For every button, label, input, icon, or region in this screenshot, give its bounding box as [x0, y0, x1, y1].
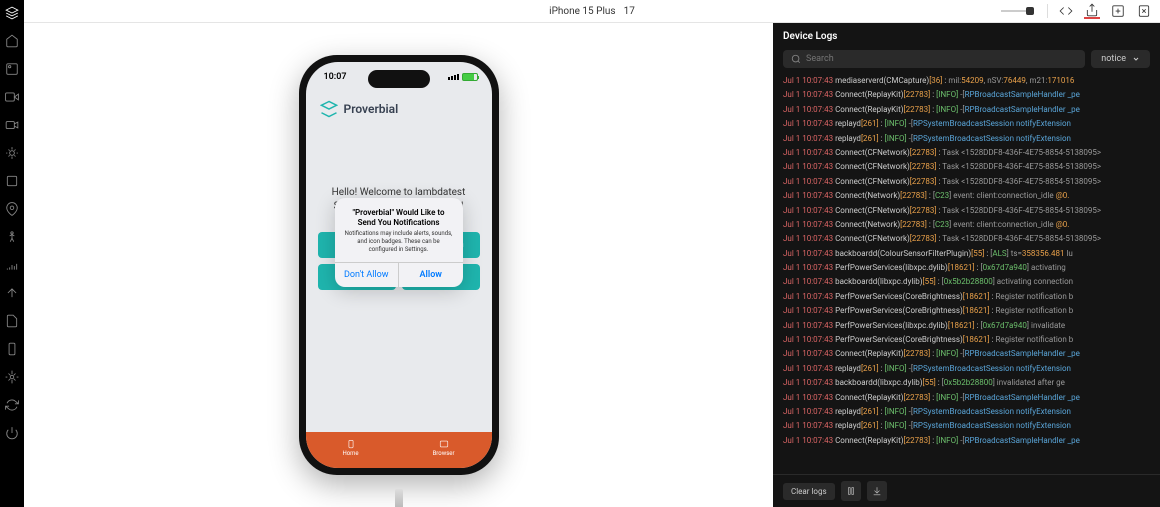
logs-title: Device Logs [773, 23, 1160, 50]
log-line: Jul 1 10:07:43 Connect(ReplayKit)[22783]… [783, 434, 1150, 448]
status-time: 10:07 [324, 72, 347, 82]
logs-body[interactable]: Jul 1 10:07:43 mediaserverd(CMCapture)[3… [773, 74, 1160, 474]
log-line: Jul 1 10:07:43 Connect(CFNetwork)[22783]… [783, 204, 1150, 218]
layers-icon[interactable] [5, 174, 19, 188]
location-icon[interactable] [5, 202, 19, 216]
device-icon[interactable] [5, 342, 19, 356]
pause-logs-button[interactable] [841, 481, 861, 501]
notification-alert: "Proverbial" Would Like to Send You Noti… [335, 198, 463, 287]
log-line: Jul 1 10:07:43 PerfPowerServices(libxpc.… [783, 261, 1150, 275]
log-line: Jul 1 10:07:43 replayd[261] : [INFO] -[R… [783, 117, 1150, 131]
bottom-nav: Home Browser [306, 432, 492, 468]
logs-search[interactable] [783, 50, 1085, 68]
share-icon[interactable] [1084, 3, 1100, 19]
log-line: Jul 1 10:07:43 Connect(ReplayKit)[22783]… [783, 391, 1150, 405]
log-line: Jul 1 10:07:43 replayd[261] : [INFO] -[R… [783, 405, 1150, 419]
zoom-slider[interactable] [1001, 10, 1031, 12]
chevron-down-icon [1132, 55, 1140, 63]
level-filter[interactable]: notice [1091, 50, 1150, 68]
log-line: Jul 1 10:07:43 Connect(Network)[22783] :… [783, 218, 1150, 232]
search-input[interactable] [806, 54, 1077, 64]
signal-icon [448, 74, 459, 80]
topbar: iPhone 15 Plus 17 [24, 0, 1160, 23]
app-logo-icon [320, 100, 338, 118]
log-line: Jul 1 10:07:43 Connect(CFNetwork)[22783]… [783, 160, 1150, 174]
top-tools [1001, 3, 1152, 19]
export-icon[interactable] [1110, 3, 1126, 19]
accessibility-icon[interactable] [5, 230, 19, 244]
download-logs-button[interactable] [867, 481, 887, 501]
gallery-icon[interactable] [5, 62, 19, 76]
battery-icon [462, 73, 478, 81]
upload-icon[interactable] [5, 286, 19, 300]
device-area: 10:07 Proverbial Hello! Welcome to lambd… [24, 23, 773, 507]
left-nav [0, 0, 24, 507]
log-line: Jul 1 10:07:43 PerfPowerServices(CoreBri… [783, 304, 1150, 318]
alert-allow-button[interactable]: Allow [399, 263, 463, 287]
alert-message: Notifications may include alerts, sounds… [343, 230, 455, 253]
clear-logs-button[interactable]: Clear logs [783, 483, 835, 500]
app-header: Proverbial [306, 92, 492, 126]
log-line: Jul 1 10:07:43 mediaserverd(CMCapture)[3… [783, 74, 1150, 88]
power-icon[interactable] [5, 426, 19, 440]
nav-browser[interactable]: Browser [433, 439, 455, 457]
search-icon [791, 54, 801, 64]
alert-deny-button[interactable]: Don't Allow [335, 263, 400, 287]
log-line: Jul 1 10:07:43 backboardd(libxpc.dylib)[… [783, 376, 1150, 390]
log-line: Jul 1 10:07:43 replayd[261] : [INFO] -[R… [783, 419, 1150, 433]
log-line: Jul 1 10:07:43 backboardd(ColourSensorFi… [783, 247, 1150, 261]
app-name: Proverbial [344, 102, 399, 116]
bug-icon[interactable] [5, 146, 19, 160]
log-line: Jul 1 10:07:43 Connect(ReplayKit)[22783]… [783, 347, 1150, 361]
logo-icon[interactable] [5, 6, 19, 20]
log-line: Jul 1 10:07:43 PerfPowerServices(CoreBri… [783, 333, 1150, 347]
log-line: Jul 1 10:07:43 Connect(ReplayKit)[22783]… [783, 103, 1150, 117]
log-line: Jul 1 10:07:43 backboardd(libxpc.dylib)[… [783, 275, 1150, 289]
logs-panel: Device Logs notice Jul 1 10:07:43 medias… [773, 23, 1160, 507]
code-icon[interactable] [1058, 3, 1074, 19]
end-icon[interactable] [1136, 3, 1152, 19]
device-name: iPhone 15 Plus [549, 6, 615, 17]
os-version: 17 [624, 6, 635, 17]
log-line: Jul 1 10:07:43 Connect(Network)[22783] :… [783, 189, 1150, 203]
refresh-icon[interactable] [5, 398, 19, 412]
phone-screen[interactable]: 10:07 Proverbial Hello! Welcome to lambd… [306, 62, 492, 468]
home-icon[interactable] [5, 34, 19, 48]
video-icon[interactable] [5, 118, 19, 132]
file-icon[interactable] [5, 314, 19, 328]
usb-cable [395, 489, 403, 507]
log-line: Jul 1 10:07:43 replayd[261] : [INFO] -[R… [783, 132, 1150, 146]
log-line: Jul 1 10:07:43 Connect(CFNetwork)[22783]… [783, 146, 1150, 160]
phone-frame: 10:07 Proverbial Hello! Welcome to lambd… [299, 55, 499, 475]
log-line: Jul 1 10:07:43 replayd[261] : [INFO] -[R… [783, 362, 1150, 376]
log-line: Jul 1 10:07:43 PerfPowerServices(libxpc.… [783, 319, 1150, 333]
log-line: Jul 1 10:07:43 Connect(ReplayKit)[22783]… [783, 88, 1150, 102]
alert-title: "Proverbial" Would Like to Send You Noti… [343, 208, 455, 227]
log-line: Jul 1 10:07:43 Connect(CFNetwork)[22783]… [783, 232, 1150, 246]
nav-home[interactable]: Home [342, 439, 358, 457]
camera-icon[interactable] [5, 90, 19, 104]
device-label: iPhone 15 Plus 17 [549, 6, 635, 17]
log-line: Jul 1 10:07:43 Connect(CFNetwork)[22783]… [783, 175, 1150, 189]
divider [1047, 4, 1048, 18]
log-line: Jul 1 10:07:43 PerfPowerServices(CoreBri… [783, 290, 1150, 304]
network-icon[interactable] [5, 258, 19, 272]
settings-icon[interactable] [5, 370, 19, 384]
dynamic-island [368, 70, 430, 88]
